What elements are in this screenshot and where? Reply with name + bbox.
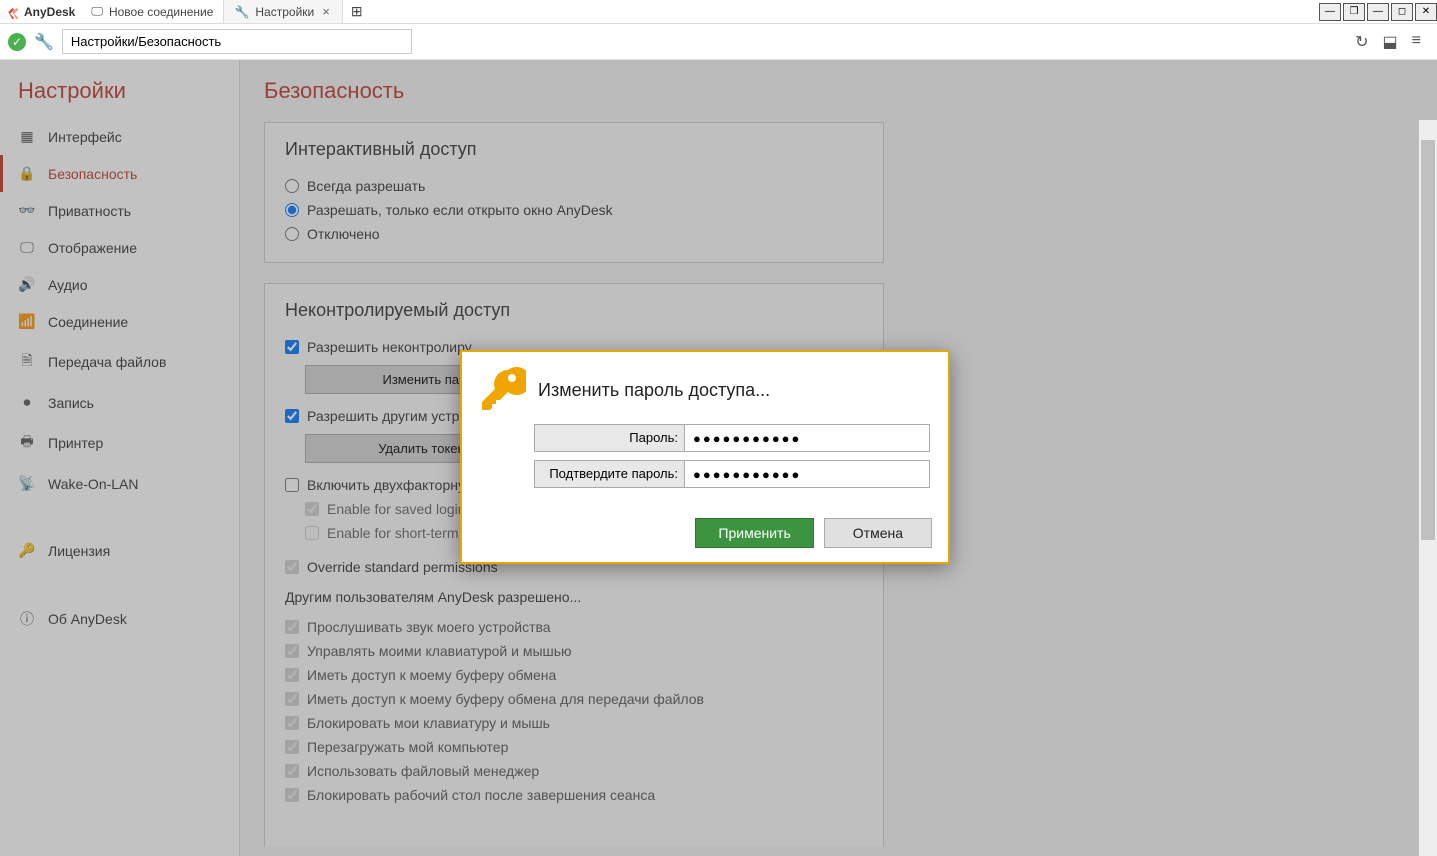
monitor-icon: 🖵 (91, 4, 103, 19)
password-input[interactable] (684, 424, 930, 452)
new-tab-button[interactable]: ⊞ (343, 3, 371, 20)
address-input[interactable] (62, 29, 412, 54)
wrench-icon: 🔧 (34, 32, 54, 52)
minimize-button[interactable]: — (1319, 3, 1341, 21)
minimize2-button[interactable]: — (1367, 3, 1389, 21)
modal-title: Изменить пароль доступа... (538, 380, 770, 401)
confirm-password-input[interactable] (684, 460, 930, 488)
apply-button[interactable]: Применить (695, 518, 813, 548)
scrollbar-thumb[interactable] (1421, 140, 1435, 540)
install-icon[interactable]: ⬓ (1383, 32, 1398, 52)
scrollbar[interactable] (1419, 120, 1437, 856)
titlebar: AnyDesk 🖵 Новое соединение 🔧 Настройки ×… (0, 0, 1437, 24)
status-ok-icon: ✓ (8, 33, 26, 51)
wrench-icon: 🔧 (234, 5, 249, 19)
anydesk-logo-icon (6, 5, 20, 19)
restore-button[interactable]: ❐ (1343, 3, 1365, 21)
change-password-modal: Изменить пароль доступа... Пароль: Подтв… (460, 350, 950, 564)
confirm-password-label: Подтвердите пароль: (534, 460, 684, 488)
address-bar: ✓ 🔧 ↻ ⬓ ≡ (0, 24, 1437, 60)
history-icon[interactable]: ↻ (1355, 32, 1368, 52)
app-logo: AnyDesk (0, 5, 81, 19)
tab-close-icon[interactable]: × (320, 4, 332, 19)
key-icon (478, 366, 526, 414)
window-controls: — ❐ — ◻ ✕ (1317, 3, 1437, 21)
password-label: Пароль: (534, 424, 684, 452)
hamburger-menu-icon[interactable]: ≡ (1412, 32, 1421, 52)
close-button[interactable]: ✕ (1415, 3, 1437, 21)
maximize-button[interactable]: ◻ (1391, 3, 1413, 21)
tab-settings[interactable]: 🔧 Настройки × (224, 0, 342, 23)
tab-new-connection[interactable]: 🖵 Новое соединение (81, 0, 224, 23)
cancel-button[interactable]: Отмена (824, 518, 932, 548)
